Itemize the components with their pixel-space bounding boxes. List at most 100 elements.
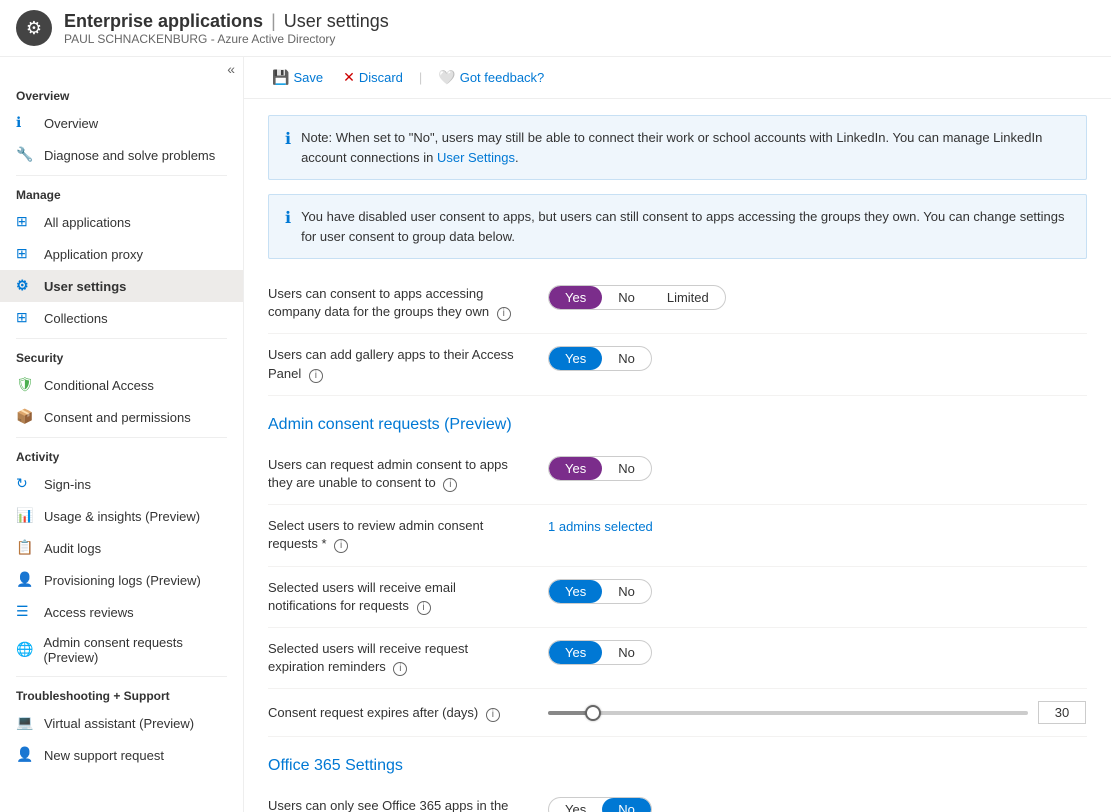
virtual-assistant-icon: 💻 xyxy=(16,714,34,732)
expiration-info-icon[interactable]: i xyxy=(393,662,407,676)
sidebar-item-label-usage: Usage & insights (Preview) xyxy=(44,509,200,524)
sidebar-item-application-proxy[interactable]: ⊞ Application proxy xyxy=(0,238,243,270)
email-notif-no[interactable]: No xyxy=(602,580,651,603)
admin-consent-section-title: Admin consent requests (Preview) xyxy=(268,416,1087,434)
main-layout: « Overview ℹ Overview 🔧 Diagnose and sol… xyxy=(0,57,1111,812)
usage-icon: 📊 xyxy=(16,507,34,525)
feedback-icon: 🤍 xyxy=(438,69,455,86)
sidebar-item-label-collections: Collections xyxy=(44,311,108,326)
user-settings-icon: ⚙ xyxy=(16,277,34,295)
office365-portal-no[interactable]: No xyxy=(602,798,651,812)
gallery-apps-no[interactable]: No xyxy=(602,347,651,370)
setting-row-slider: Consent request expires after (days) i 3… xyxy=(268,689,1087,737)
email-notif-toggle: Yes No xyxy=(548,579,652,604)
setting-row-select-reviewers: Select users to review admin consent req… xyxy=(268,505,1087,566)
page-title: User settings xyxy=(284,11,389,32)
discard-label: Discard xyxy=(359,70,403,85)
setting-row-email-notif: Selected users will receive email notifi… xyxy=(268,567,1087,628)
setting-label-request-admin: Users can request admin consent to apps … xyxy=(268,456,528,492)
group-consent-no[interactable]: No xyxy=(602,286,651,309)
setting-row-office365-portal: Users can only see Office 365 apps in th… xyxy=(268,785,1087,812)
app-icon: ⚙ xyxy=(16,10,52,46)
slider-info-icon[interactable]: i xyxy=(486,708,500,722)
collections-icon: ⊞ xyxy=(16,309,34,327)
request-admin-info-icon[interactable]: i xyxy=(443,478,457,492)
sidebar-item-audit-logs[interactable]: 📋 Audit logs xyxy=(0,532,243,564)
user-settings-link[interactable]: User Settings xyxy=(437,150,515,165)
gallery-apps-info-icon[interactable]: i xyxy=(309,369,323,383)
save-label: Save xyxy=(293,70,323,85)
sidebar-item-collections[interactable]: ⊞ Collections xyxy=(0,302,243,334)
setting-label-office365-portal: Users can only see Office 365 apps in th… xyxy=(268,797,528,812)
sidebar-item-label-conditional-access: Conditional Access xyxy=(44,378,154,393)
sidebar-item-provisioning-logs[interactable]: 👤 Provisioning logs (Preview) xyxy=(0,564,243,596)
admin-consent-icon: 🌐 xyxy=(16,641,33,659)
sidebar-item-label-all-apps: All applications xyxy=(44,215,131,230)
setting-label-gallery-apps: Users can add gallery apps to their Acce… xyxy=(268,346,528,382)
sidebar-item-access-reviews[interactable]: ☰ Access reviews xyxy=(0,596,243,628)
sidebar-item-consent-permissions[interactable]: 📦 Consent and permissions xyxy=(0,401,243,433)
group-consent-limited[interactable]: Limited xyxy=(651,286,725,309)
email-notif-yes[interactable]: Yes xyxy=(549,580,602,603)
gallery-apps-yes[interactable]: Yes xyxy=(549,347,602,370)
sidebar-item-sign-ins[interactable]: ↻ Sign-ins xyxy=(0,468,243,500)
sidebar-item-label-proxy: Application proxy xyxy=(44,247,143,262)
discard-button[interactable]: ✕ Discard xyxy=(335,65,411,90)
office365-section-title: Office 365 Settings xyxy=(268,757,1087,775)
request-admin-yes[interactable]: Yes xyxy=(549,457,602,480)
setting-row-expiration: Selected users will receive request expi… xyxy=(268,628,1087,689)
toolbar-separator: | xyxy=(419,70,422,85)
group-consent-info-icon[interactable]: i xyxy=(497,307,511,321)
consent-days-slider[interactable] xyxy=(548,711,1028,715)
consent-icon: 📦 xyxy=(16,408,34,426)
request-admin-no[interactable]: No xyxy=(602,457,651,480)
sidebar-item-overview[interactable]: ℹ Overview xyxy=(0,107,243,139)
sidebar-item-user-settings[interactable]: ⚙ User settings xyxy=(0,270,243,302)
sidebar-item-usage-insights[interactable]: 📊 Usage & insights (Preview) xyxy=(0,500,243,532)
sign-ins-icon: ↻ xyxy=(16,475,34,493)
sidebar-item-conditional-access[interactable]: 🛡 Conditional Access xyxy=(0,369,243,401)
sidebar-item-admin-consent-requests[interactable]: 🌐 Admin consent requests (Preview) xyxy=(0,628,243,672)
sidebar-item-label-sign-ins: Sign-ins xyxy=(44,477,91,492)
setting-row-gallery-apps: Users can add gallery apps to their Acce… xyxy=(268,334,1087,395)
group-consent-yes[interactable]: Yes xyxy=(549,286,602,309)
save-button[interactable]: 💾 Save xyxy=(264,65,331,90)
setting-label-group-consent: Users can consent to apps accessing comp… xyxy=(268,285,528,321)
select-reviewers-info-icon[interactable]: i xyxy=(334,539,348,553)
conditional-access-icon: 🛡 xyxy=(16,376,34,394)
discard-icon: ✕ xyxy=(343,69,355,86)
expiration-yes[interactable]: Yes xyxy=(549,641,602,664)
sidebar-item-label-support: New support request xyxy=(44,748,164,763)
sidebar-section-troubleshooting: Troubleshooting + Support 💻 Virtual assi… xyxy=(0,681,243,771)
sidebar-item-diagnose[interactable]: 🔧 Diagnose and solve problems xyxy=(0,139,243,171)
sidebar-collapse-button[interactable]: « xyxy=(227,61,235,77)
email-notif-info-icon[interactable]: i xyxy=(417,601,431,615)
support-request-icon: 👤 xyxy=(16,746,34,764)
sidebar-item-label-diagnose: Diagnose and solve problems xyxy=(44,148,215,163)
divider-2 xyxy=(16,338,227,339)
sidebar-section-overview: Overview ℹ Overview 🔧 Diagnose and solve… xyxy=(0,81,243,171)
office365-portal-yes[interactable]: Yes xyxy=(549,798,602,812)
sidebar: « Overview ℹ Overview 🔧 Diagnose and sol… xyxy=(0,57,244,812)
expiration-toggle: Yes No xyxy=(548,640,652,665)
sidebar-item-new-support-request[interactable]: 👤 New support request xyxy=(0,739,243,771)
sidebar-item-label-virtual-assistant: Virtual assistant (Preview) xyxy=(44,716,194,731)
overview-icon: ℹ xyxy=(16,114,34,132)
infobox-linkedin: ℹ Note: When set to "No", users may stil… xyxy=(268,115,1087,180)
sidebar-item-all-applications[interactable]: ⊞ All applications xyxy=(0,206,243,238)
expiration-no[interactable]: No xyxy=(602,641,651,664)
wrench-icon: 🔧 xyxy=(16,146,34,164)
sidebar-section-security: Security 🛡 Conditional Access 📦 Consent … xyxy=(0,343,243,433)
audit-icon: 📋 xyxy=(16,539,34,557)
sidebar-item-label-admin-consent: Admin consent requests (Preview) xyxy=(43,635,227,665)
setting-label-slider: Consent request expires after (days) i xyxy=(268,704,528,722)
proxy-icon: ⊞ xyxy=(16,245,34,263)
sidebar-section-label-activity: Activity xyxy=(0,442,243,468)
divider-3 xyxy=(16,437,227,438)
setting-row-group-consent: Users can consent to apps accessing comp… xyxy=(268,273,1087,334)
admins-selected-link[interactable]: 1 admins selected xyxy=(548,519,653,534)
feedback-button[interactable]: 🤍 Got feedback? xyxy=(430,65,552,90)
sidebar-item-virtual-assistant[interactable]: 💻 Virtual assistant (Preview) xyxy=(0,707,243,739)
request-admin-toggle: Yes No xyxy=(548,456,652,481)
slider-value-box: 30 xyxy=(1038,701,1086,724)
